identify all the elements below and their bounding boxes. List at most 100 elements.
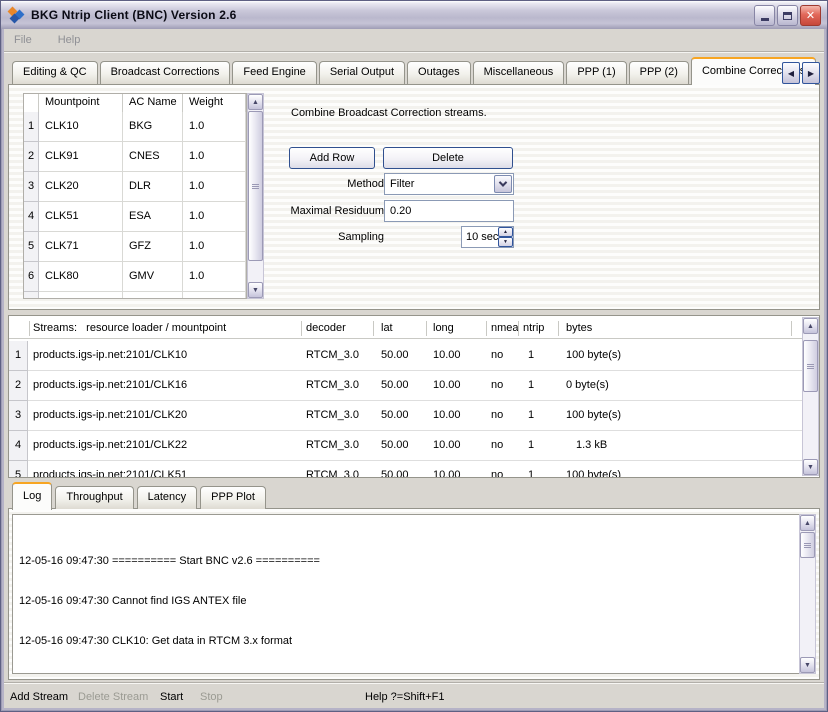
- table-row[interactable]: 3 CLK20 DLR 1.0: [24, 172, 246, 202]
- tab-feed-engine[interactable]: Feed Engine: [232, 61, 316, 84]
- minimize-icon: [761, 18, 769, 21]
- spinner-buttons: ▲ ▼: [498, 227, 513, 247]
- log-output[interactable]: 12-05-16 09:47:30 ========== Start BNC v…: [12, 514, 800, 674]
- tab-broadcast-corrections[interactable]: Broadcast Corrections: [100, 61, 231, 84]
- menu-file[interactable]: File: [12, 32, 34, 48]
- tab-ppp-1[interactable]: PPP (1): [566, 61, 626, 84]
- close-icon: ✕: [806, 9, 815, 22]
- vertical-scrollbar-thumb[interactable]: [800, 532, 815, 558]
- right-arrow-icon: ▶: [808, 69, 814, 78]
- tab-log[interactable]: Log: [12, 482, 52, 510]
- scroll-down-button[interactable]: ▼: [800, 657, 815, 673]
- log-lines: 12-05-16 09:47:30 ========== Start BNC v…: [19, 528, 320, 674]
- tab-scroll-left-button[interactable]: ◀: [782, 62, 800, 84]
- add-stream-action[interactable]: Add Stream: [10, 685, 68, 709]
- scroll-up-icon: ▲: [804, 520, 811, 527]
- table-row[interactable]: 5 CLK71 GFZ 1.0: [24, 232, 246, 262]
- stream-row[interactable]: 4 products.igs-ip.net:2101/CLK22 RTCM_3.…: [9, 431, 802, 461]
- table-row[interactable]: 2 CLK91 CNES 1.0: [24, 142, 246, 172]
- residuum-value: 0.20: [390, 205, 411, 217]
- statusbar-separator: [4, 682, 824, 684]
- column-header-nmea[interactable]: nmea: [491, 318, 519, 338]
- bottom-tab-bar: Log Throughput Latency PPP Plot: [12, 482, 266, 509]
- sampling-value: 10 sec: [466, 227, 498, 247]
- combine-corrections-panel: Mountpoint AC Name Weight 1 CLK10 BKG 1.…: [8, 84, 820, 310]
- combination-table-header: Mountpoint AC Name Weight: [24, 94, 246, 112]
- sampling-spinner[interactable]: 10 sec ▲ ▼: [461, 226, 514, 248]
- table-row[interactable]: 1 CLK10 BKG 1.0: [24, 112, 246, 142]
- table-row-empty: [24, 292, 246, 299]
- maximize-button[interactable]: [777, 5, 798, 26]
- stop-action: Stop: [200, 685, 223, 709]
- stream-row[interactable]: 5 products.igs-ip.net:2101/CLK51 RTCM_3.…: [9, 461, 802, 478]
- streams-table[interactable]: Streams: resource loader / mountpoint de…: [8, 315, 820, 478]
- delete-stream-action: Delete Stream: [78, 685, 148, 709]
- scroll-up-button[interactable]: ▲: [800, 515, 815, 531]
- stream-row[interactable]: 1 products.igs-ip.net:2101/CLK10 RTCM_3.…: [9, 341, 802, 371]
- status-bar: Add Stream Delete Stream Start Stop Help…: [4, 685, 824, 709]
- spinner-up-icon: ▲: [503, 229, 508, 235]
- app-icon: [8, 7, 26, 23]
- combination-table[interactable]: Mountpoint AC Name Weight 1 CLK10 BKG 1.…: [23, 93, 247, 299]
- column-header-mountpoint[interactable]: Mountpoint: [39, 94, 123, 112]
- scroll-down-button[interactable]: ▼: [803, 459, 818, 475]
- table-row[interactable]: 6 CLK80 GMV 1.0: [24, 262, 246, 292]
- stream-row[interactable]: 2 products.igs-ip.net:2101/CLK16 RTCM_3.…: [9, 371, 802, 401]
- combination-table-scrollbar[interactable]: ▲ ▼: [247, 93, 264, 299]
- window-title: BKG Ntrip Client (BNC) Version 2.6: [31, 8, 237, 22]
- residuum-label: Maximal Residuum: [239, 200, 384, 222]
- title-bar[interactable]: BKG Ntrip Client (BNC) Version 2.6 ✕: [1, 1, 827, 29]
- start-action[interactable]: Start: [160, 685, 183, 709]
- method-dropdown[interactable]: Filter: [384, 173, 514, 195]
- method-value: Filter: [390, 178, 414, 190]
- tab-outages[interactable]: Outages: [407, 61, 471, 84]
- residuum-input[interactable]: 0.20: [384, 200, 514, 222]
- tab-ppp-plot[interactable]: PPP Plot: [200, 486, 266, 509]
- column-header-decoder[interactable]: decoder: [306, 318, 346, 338]
- column-header-streams[interactable]: Streams: resource loader / mountpoint: [33, 318, 226, 338]
- scroll-up-icon: ▲: [807, 323, 814, 330]
- column-header-long[interactable]: long: [433, 318, 454, 338]
- scroll-down-icon: ▼: [804, 662, 811, 669]
- add-row-button[interactable]: Add Row: [289, 147, 375, 169]
- log-line: 12-05-16 09:47:30 CLK10: Get data in RTC…: [19, 635, 320, 648]
- tab-serial-output[interactable]: Serial Output: [319, 61, 405, 84]
- menu-help[interactable]: Help: [56, 32, 83, 48]
- thumb-grip-icon: [804, 543, 811, 544]
- chevron-down-icon: [499, 178, 507, 186]
- log-line: 12-05-16 09:47:30 ========== Start BNC v…: [19, 555, 320, 568]
- stream-row[interactable]: 3 products.igs-ip.net:2101/CLK20 RTCM_3.…: [9, 401, 802, 431]
- log-scrollbar[interactable]: ▲ ▼: [799, 514, 816, 674]
- tab-ppp-2[interactable]: PPP (2): [629, 61, 689, 84]
- table-row[interactable]: 4 CLK51 ESA 1.0: [24, 202, 246, 232]
- column-header-weight[interactable]: Weight: [183, 94, 246, 112]
- vertical-scrollbar-thumb[interactable]: [803, 340, 818, 392]
- sampling-label: Sampling: [239, 226, 384, 248]
- column-header-bytes[interactable]: bytes: [566, 318, 592, 338]
- menu-bar: File Help: [4, 29, 824, 52]
- panel-description: Combine Broadcast Correction streams.: [291, 107, 487, 119]
- scroll-up-button[interactable]: ▲: [803, 318, 818, 334]
- minimize-button[interactable]: [754, 5, 775, 26]
- tab-latency[interactable]: Latency: [137, 486, 198, 509]
- scroll-down-button[interactable]: ▼: [248, 282, 263, 298]
- tab-scroll-right-button[interactable]: ▶: [802, 62, 820, 84]
- thumb-grip-icon: [807, 364, 814, 365]
- streams-table-header: Streams: resource loader / mountpoint de…: [9, 318, 802, 339]
- delete-button[interactable]: Delete: [383, 147, 513, 169]
- app-window: BKG Ntrip Client (BNC) Version 2.6 ✕ Fil…: [0, 0, 828, 712]
- spinner-up-button[interactable]: ▲: [498, 227, 513, 237]
- column-header-ac-name[interactable]: AC Name: [123, 94, 183, 112]
- close-button[interactable]: ✕: [800, 5, 821, 26]
- scroll-down-icon: ▼: [252, 287, 259, 294]
- column-header-lat[interactable]: lat: [381, 318, 393, 338]
- column-header-ntrip[interactable]: ntrip: [523, 318, 544, 338]
- tab-editing-qc[interactable]: Editing & QC: [12, 61, 98, 84]
- tab-miscellaneous[interactable]: Miscellaneous: [473, 61, 565, 84]
- streams-table-scrollbar[interactable]: ▲ ▼: [802, 317, 819, 476]
- spinner-down-button[interactable]: ▼: [498, 237, 513, 247]
- scroll-up-button[interactable]: ▲: [248, 94, 263, 110]
- tab-throughput[interactable]: Throughput: [55, 486, 133, 509]
- tab-scroll-buttons: ◀ ▶: [782, 62, 820, 84]
- dropdown-button[interactable]: [494, 175, 512, 193]
